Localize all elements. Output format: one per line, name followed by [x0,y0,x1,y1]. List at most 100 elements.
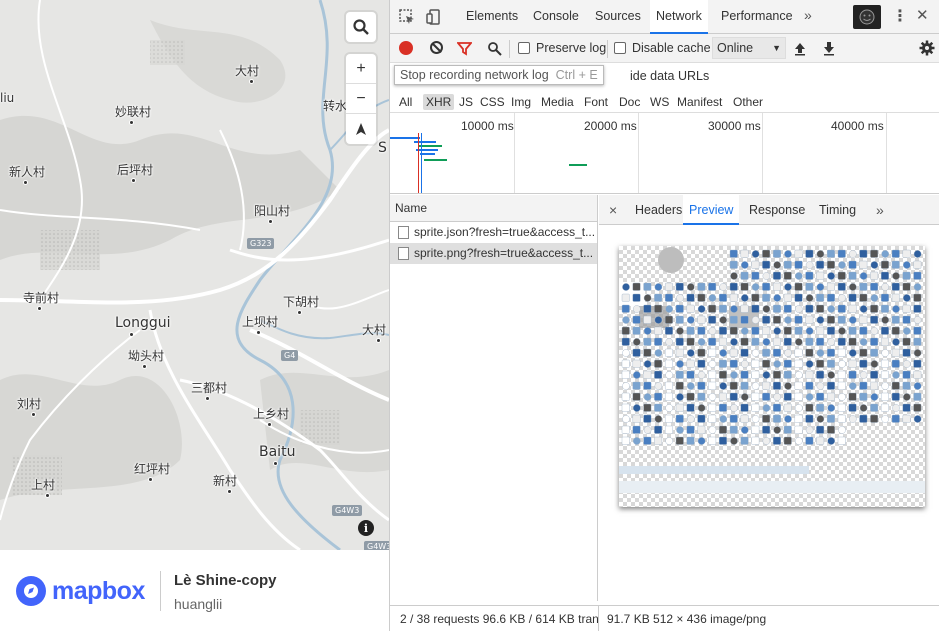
overview-time-label: 20000 ms [584,119,637,133]
filter-font[interactable]: Font [581,94,611,110]
request-name: sprite.json?fresh=true&access_t... [414,225,596,239]
record-tooltip: Stop recording network log Ctrl + E [394,65,604,85]
tab-response[interactable]: Response [743,195,811,225]
tab-network[interactable]: Network [650,0,708,34]
more-detail-tabs-icon[interactable]: » [870,195,890,225]
overview-bar [424,159,447,161]
tab-headers[interactable]: Headers [629,195,688,225]
geocoder-control[interactable] [346,12,376,42]
place-label: 阳山村 [254,204,291,218]
filter-media[interactable]: Media [538,94,577,110]
chevron-down-icon: ▼ [772,43,781,53]
throttling-select[interactable]: Online ▼ [712,37,786,59]
clear-button[interactable] [430,41,443,54]
tab-performance[interactable]: Performance [715,0,799,33]
toolbar-divider [607,40,608,58]
tab-sources[interactable]: Sources [589,0,647,33]
style-footer: mapbox Lè Shine-copy huanglii [0,550,389,631]
search-button[interactable] [346,12,376,42]
filter-manifest[interactable]: Manifest [674,94,725,110]
disable-cache-checkbox[interactable] [614,42,626,54]
zoom-out-button[interactable]: − [346,84,376,114]
device-toolbar-icon[interactable] [426,9,442,25]
file-icon [398,226,409,239]
more-options-icon[interactable]: ⋮ [892,6,908,26]
place-dot [148,477,153,482]
mapbox-logo[interactable]: mapbox [16,576,145,606]
place-label: 下胡村 [283,295,320,309]
disable-cache-label: Disable cache [632,41,711,55]
settings-gear-icon[interactable] [919,40,935,56]
place-label: 坳头村 [128,349,165,363]
extension-icon[interactable] [853,5,881,29]
overview-time-label: 10000 ms [461,119,514,133]
place-label: 新村 [213,474,238,488]
overview-bar [569,164,587,166]
import-har-icon[interactable] [793,41,807,56]
filter-xhr[interactable]: XHR [423,94,455,110]
place-label: S [378,140,387,156]
place-dot [37,306,42,311]
place-label: 转水 [323,99,348,113]
close-devtools-icon[interactable]: ✕ [916,6,929,24]
preserve-log-label: Preserve log [536,41,607,55]
devtools-tabbar: Elements Console Sources Network Performance… [390,0,939,34]
tab-preview[interactable]: Preview [683,195,740,225]
place-label: 妙联村 [115,105,152,119]
filter-other[interactable]: Other [730,94,766,110]
place-dot [376,338,381,343]
place-dot [297,310,302,315]
place-label: 红坪村 [134,462,171,476]
request-name: sprite.png?fresh=true&access_t... [414,246,594,260]
tab-timing[interactable]: Timing [813,195,862,225]
attribution-info-icon[interactable]: i [358,520,374,536]
filter-all[interactable]: All [396,94,415,110]
map-canvas[interactable]: 大村 妙联村 转水 liu 后坪村 新人村 阳山村 寺前村 下胡村 Longgui 上坝村 大村 坳头村… [0,0,389,550]
request-detail-panel: × Headers Preview Response Timing » [599,195,939,601]
close-detail-icon[interactable]: × [603,195,623,225]
place-dot [129,332,134,337]
network-toolbar: Preserve log Disable cache Online ▼ [390,34,939,63]
filter-doc[interactable]: Doc [616,94,643,110]
request-row[interactable]: sprite.png?fresh=true&access_t... [390,243,597,264]
tab-console[interactable]: Console [527,0,585,33]
tab-elements[interactable]: Elements [460,0,524,33]
throttling-value: Online [717,41,754,55]
map-base-layer [0,0,389,550]
filter-icon[interactable] [457,41,472,56]
minus-icon: − [356,89,366,107]
toolbar-divider [509,40,510,58]
name-column-header[interactable]: Name [390,195,597,222]
zoom-in-button[interactable]: + [346,54,376,84]
filter-img[interactable]: Img [508,94,534,110]
mapbox-logo-icon [16,576,46,606]
overview-gridline [514,113,515,193]
place-dot [129,120,134,125]
preserve-log-checkbox[interactable] [518,42,530,54]
sprite-image-preview [619,246,925,507]
tooltip-shortcut: Ctrl + E [555,68,598,82]
filter-js[interactable]: JS [456,94,476,110]
hide-data-urls-label[interactable]: ide data URLs [630,69,709,83]
more-tabs-icon[interactable]: » [804,7,812,23]
style-owner[interactable]: huanglii [174,596,222,612]
mapbox-wordmark: mapbox [52,576,145,605]
place-dot [31,412,36,417]
network-overview[interactable]: 10000 ms 20000 ms 30000 ms 40000 ms [390,113,939,194]
search-icon[interactable] [487,41,502,56]
compass-button[interactable] [346,114,376,144]
highway-shield: G4 [281,350,299,361]
overview-bar [420,153,435,155]
record-button[interactable] [399,41,413,55]
request-row[interactable]: sprite.json?fresh=true&access_t... [390,222,597,243]
place-dot [142,364,147,369]
filter-ws[interactable]: WS [647,94,672,110]
inspect-element-icon[interactable] [399,9,415,25]
export-har-icon[interactable] [822,41,836,56]
place-dot [131,178,136,183]
highway-shield: G4W3 [364,541,389,550]
place-label: 三都村 [191,381,228,395]
status-divider [598,606,599,631]
filter-css[interactable]: CSS [477,94,508,110]
network-status-bar: 2 / 38 requests 96.6 KB / 614 KB tran 91… [390,605,939,631]
